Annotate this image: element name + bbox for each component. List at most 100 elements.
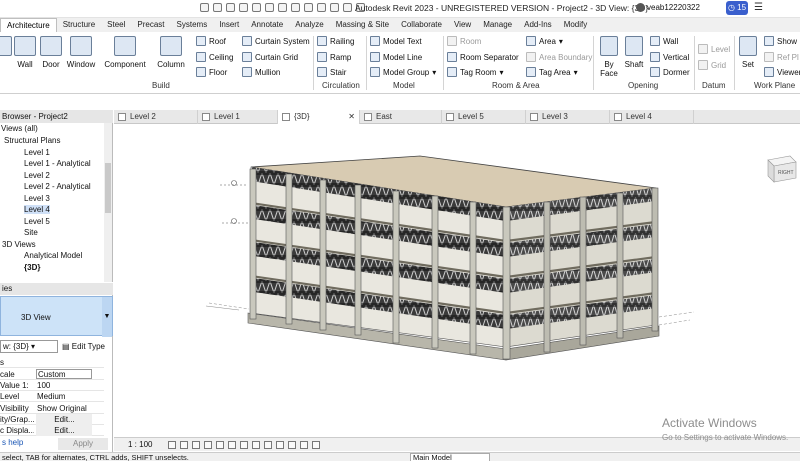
chevron-down-icon[interactable]: ▼ — [102, 297, 112, 337]
user-name[interactable]: veab12220322 — [647, 3, 700, 12]
sun-path-icon[interactable] — [192, 441, 200, 449]
grid-button[interactable]: Grid — [698, 60, 726, 70]
3d-view-icon[interactable] — [304, 3, 313, 12]
prop-row[interactable]: Level Medium — [0, 391, 104, 402]
prop-row[interactable]: cale Custom — [0, 369, 104, 380]
view-selector[interactable]: w: {3D} ▾ — [0, 340, 58, 353]
close-hidden-icon[interactable] — [343, 3, 352, 12]
column-button[interactable]: Column — [152, 34, 190, 69]
tree-analytical-model[interactable]: Analytical Model — [24, 251, 82, 260]
tag-area-button[interactable]: Tag Area ▾ — [526, 67, 578, 77]
tree-level-4[interactable]: Level 4 — [24, 205, 50, 214]
tree-site[interactable]: Site — [24, 228, 38, 237]
tree-structural-plans[interactable]: Structural Plans — [4, 136, 60, 145]
properties-help-link[interactable]: s help — [2, 438, 23, 447]
detail-level-icon[interactable] — [168, 441, 176, 449]
model-text-button[interactable]: Model Text — [370, 36, 422, 46]
tab-annotate[interactable]: Annotate — [245, 18, 289, 32]
tab-architecture[interactable]: Architecture — [0, 18, 57, 32]
tab-steel[interactable]: Steel — [101, 18, 131, 32]
highlight-displacement-icon[interactable] — [300, 441, 308, 449]
mullion-button[interactable]: Mullion — [242, 67, 280, 77]
set-button[interactable]: Set — [734, 34, 762, 69]
tab-systems[interactable]: Systems — [171, 18, 214, 32]
model-group-button[interactable]: Model Group ▾ — [370, 67, 436, 77]
ramp-button[interactable]: Ramp — [317, 52, 351, 62]
render-icon[interactable] — [216, 441, 224, 449]
area-button[interactable]: Area ▾ — [526, 36, 563, 46]
room-button[interactable]: Room — [447, 36, 481, 46]
tree-views-all[interactable]: Views (all) — [1, 124, 38, 133]
tree-level-1[interactable]: Level 1 — [24, 148, 50, 157]
tab-level-3[interactable]: Level 3 — [526, 110, 610, 124]
vertical-button[interactable]: Vertical — [650, 52, 689, 62]
curtain-grid-button[interactable]: Curtain Grid — [242, 52, 298, 62]
level-button[interactable]: Level — [698, 44, 730, 54]
scrollbar-thumb[interactable] — [105, 163, 111, 213]
user-icon[interactable] — [636, 3, 645, 12]
shaft-button[interactable]: Shaft — [620, 34, 648, 69]
tab-east[interactable]: East — [360, 110, 442, 124]
tab-insert[interactable]: Insert — [213, 18, 245, 32]
tab-modify[interactable]: Modify — [558, 18, 594, 32]
curtain-system-button[interactable]: Curtain System — [242, 36, 310, 46]
area-boundary-button[interactable]: Area Boundary — [526, 52, 592, 62]
model-line-button[interactable]: Model Line — [370, 52, 422, 62]
edit-type-button[interactable]: ▤ Edit Type — [60, 340, 110, 353]
thin-lines-icon[interactable] — [330, 3, 339, 12]
lock-icon[interactable] — [252, 441, 260, 449]
dormer-button[interactable]: Dormer — [650, 67, 690, 77]
redo-icon[interactable] — [239, 3, 248, 12]
temporary-hide-icon[interactable] — [264, 441, 272, 449]
tab-analyze[interactable]: Analyze — [289, 18, 329, 32]
component-button[interactable]: Component — [104, 34, 146, 69]
apply-button[interactable]: Apply — [58, 438, 108, 450]
roof-button[interactable]: Roof — [196, 36, 226, 46]
tree-level-3[interactable]: Level 3 — [24, 194, 50, 203]
building-model-3d[interactable] — [114, 125, 800, 436]
analytical-model-icon[interactable] — [288, 441, 296, 449]
viewer-button[interactable]: Viewer — [764, 67, 800, 77]
close-icon[interactable]: ✕ — [348, 110, 355, 124]
help-icon[interactable]: ☰ — [754, 2, 763, 13]
tab-collaborate[interactable]: Collaborate — [395, 18, 448, 32]
reveal-constraints-icon[interactable] — [312, 441, 320, 449]
tab-add-ins[interactable]: Add-Ins — [518, 18, 558, 32]
tree-level-2[interactable]: Level 2 — [24, 171, 50, 180]
tab-level-4[interactable]: Level 4 — [610, 110, 694, 124]
tab-level-1[interactable]: Level 1 — [198, 110, 278, 124]
tab-manage[interactable]: Manage — [477, 18, 518, 32]
shadows-icon[interactable] — [204, 441, 212, 449]
section-icon[interactable] — [317, 3, 326, 12]
stair-button[interactable]: Stair — [317, 67, 346, 77]
tree-3d[interactable]: {3D} — [24, 263, 40, 272]
show-button[interactable]: Show — [764, 36, 797, 46]
room-separator-button[interactable]: Room Separator — [447, 52, 519, 62]
opening-wall-button[interactable]: Wall — [650, 36, 678, 46]
view-cube-icon[interactable]: RIGHT — [760, 152, 800, 188]
railing-button[interactable]: Railing — [317, 36, 354, 46]
ceiling-button[interactable]: Ceiling — [196, 52, 233, 62]
type-selector[interactable]: 3D View ▼ — [0, 296, 113, 337]
save-icon[interactable] — [213, 3, 222, 12]
tab-massing-site[interactable]: Massing & Site — [330, 18, 395, 32]
prop-row[interactable]: Visibility Show Original — [0, 403, 104, 414]
undo-icon[interactable] — [226, 3, 235, 12]
browser-scrollbar[interactable] — [104, 123, 112, 282]
tree-3d-views[interactable]: 3D Views — [2, 240, 36, 249]
tag-icon[interactable] — [291, 3, 300, 12]
tab-level-5[interactable]: Level 5 — [442, 110, 526, 124]
floor-button[interactable]: Floor — [196, 67, 227, 77]
prop-row[interactable]: ity/Grap... Edit... — [0, 414, 104, 425]
view-cube[interactable]: RIGHT — [760, 152, 800, 188]
dimension-icon[interactable] — [278, 3, 287, 12]
window-button[interactable]: Window — [62, 34, 100, 69]
print-icon[interactable] — [252, 3, 261, 12]
tree-level-2-analytical[interactable]: Level 2 - Analytical — [24, 182, 91, 191]
visual-style-icon[interactable] — [180, 441, 188, 449]
tab-view[interactable]: View — [448, 18, 477, 32]
tab-level-2[interactable]: Level 2 — [114, 110, 198, 124]
ref-plane-button[interactable]: Ref Pl — [764, 52, 799, 62]
measure-icon[interactable] — [265, 3, 274, 12]
tab-3d[interactable]: {3D} ✕ — [278, 110, 360, 124]
